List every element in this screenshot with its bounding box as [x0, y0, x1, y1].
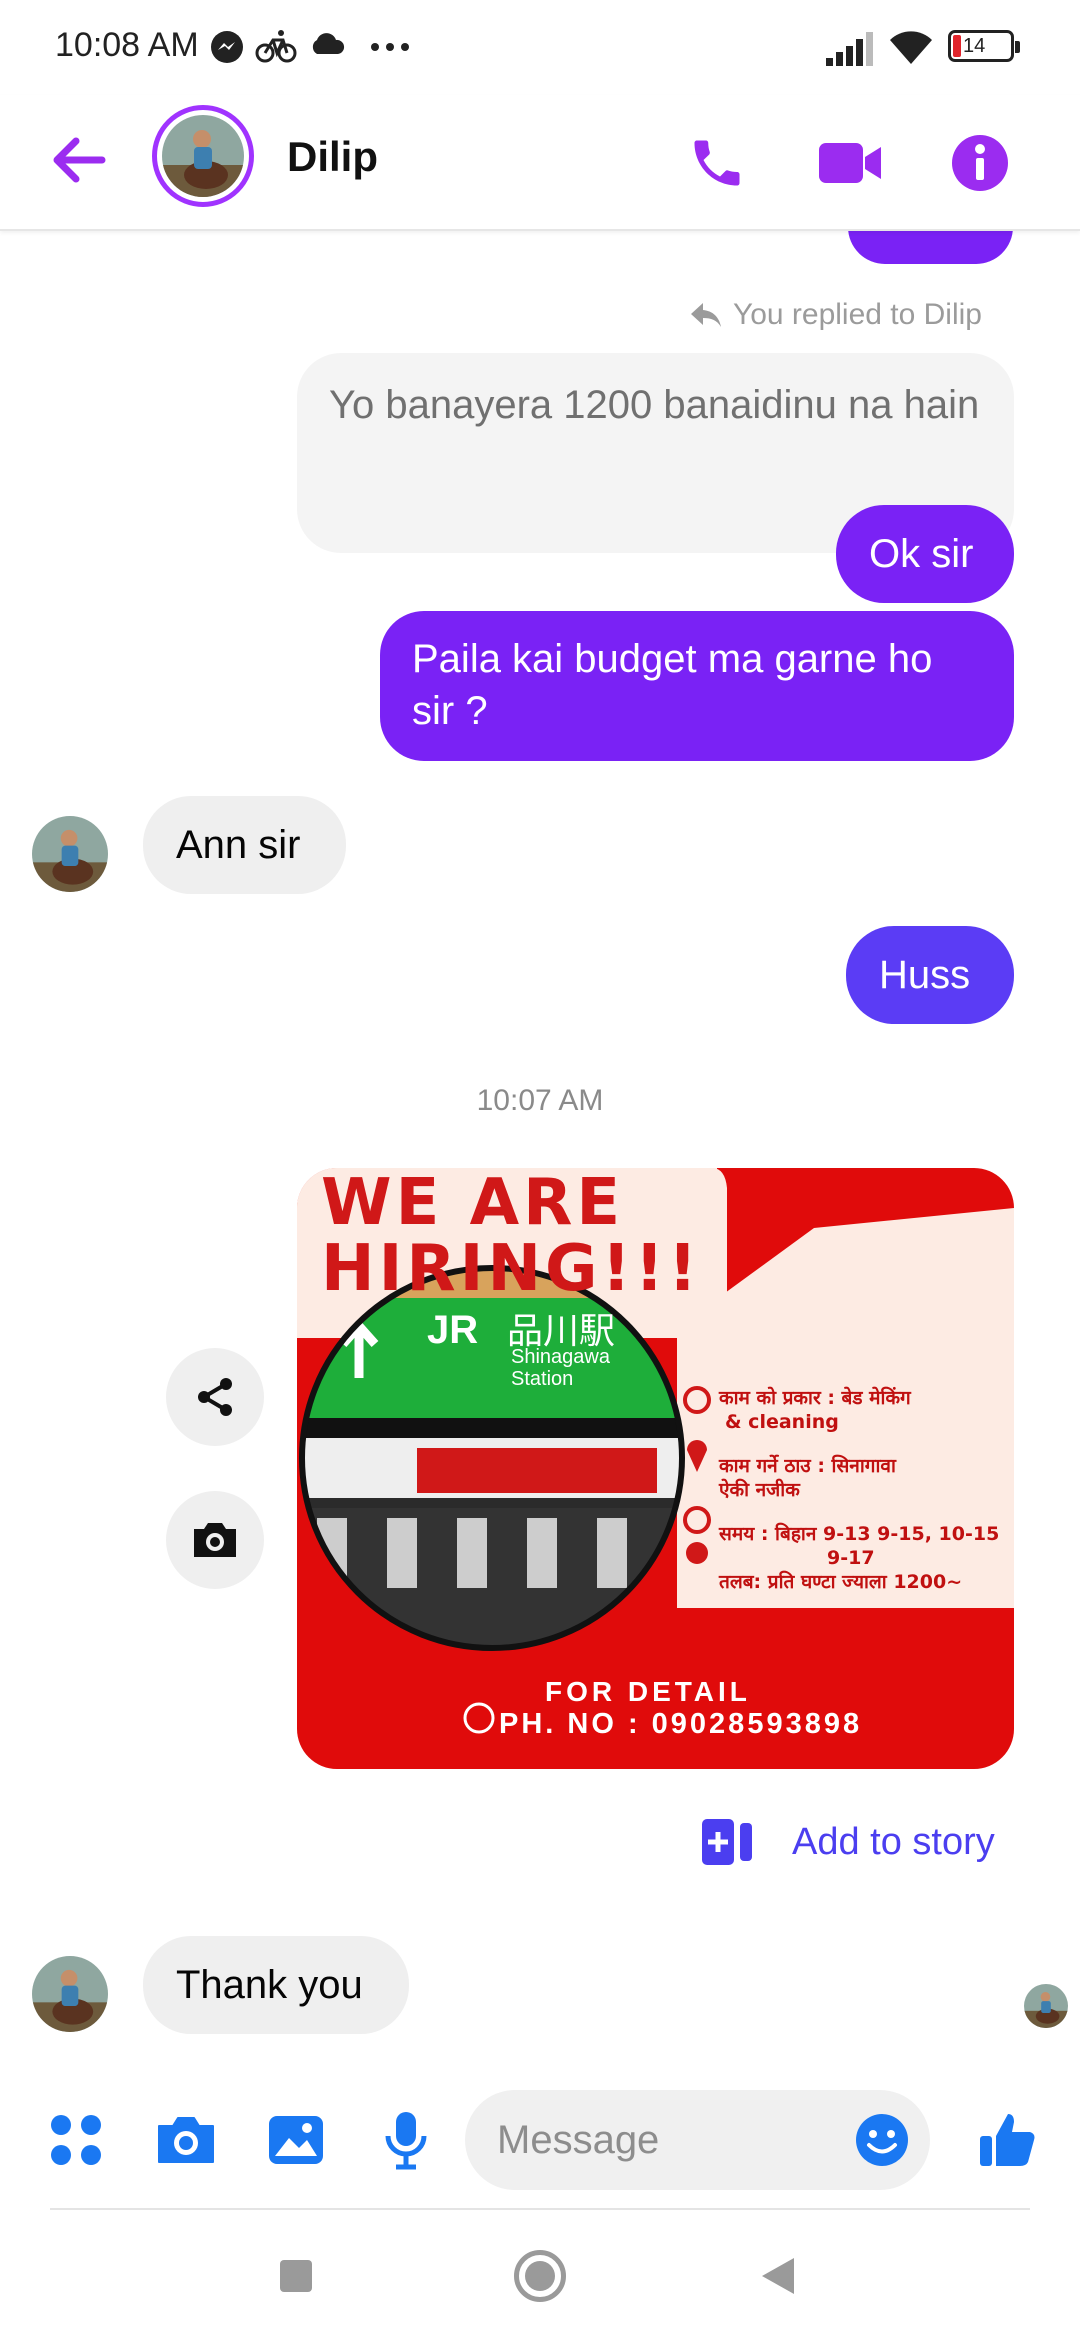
battery-icon: 14: [948, 30, 1020, 62]
message-bubble-budget[interactable]: Paila kai budget ma garne ho sir ?: [380, 611, 1014, 761]
message-bubble-thank-you[interactable]: Thank you: [143, 1936, 409, 2034]
for-detail-text: FOR DETAIL: [545, 1676, 751, 1707]
messenger-notification-icon: [211, 31, 243, 63]
message-text: Paila kai budget ma garne ho sir ?: [412, 637, 933, 733]
hiring-poster-image[interactable]: WE ARE HIRING!!! JR 品川駅 Shinagawa Statio…: [297, 1168, 1014, 1769]
seen-receipt-avatar: [1024, 1984, 1068, 2028]
time-line2: 9-17: [827, 1547, 875, 1569]
sign-station-en: Shinagawa Station: [511, 1346, 610, 1390]
avatar-photo-icon: [1024, 1984, 1068, 2028]
back-button[interactable]: [44, 125, 114, 195]
battery-percent: 14: [963, 35, 986, 57]
add-to-story-button[interactable]: Add to story: [700, 1812, 995, 1872]
work-type-line2: & cleaning: [725, 1411, 839, 1433]
sign-station-en-2: Station: [511, 1368, 574, 1390]
voice-message-button[interactable]: [374, 2108, 438, 2172]
poster-details: काम को प्रकार : बेड मेकिंग & cleaning का…: [719, 1386, 999, 1594]
poster-headline-line2: HIRING!!!: [321, 1232, 702, 1306]
smiley-icon: [856, 2114, 908, 2166]
reply-arrow-icon: [690, 303, 721, 327]
message-bubble-ann-sir[interactable]: Ann sir: [143, 796, 346, 894]
sign-station-en-1: Shinagawa: [511, 1346, 610, 1368]
phone-number-text: PH. NO : 09028593898: [499, 1708, 863, 1740]
video-call-button[interactable]: [810, 123, 890, 203]
work-place-line2: ऐकी नजीक: [719, 1479, 800, 1501]
image-icon: [269, 2116, 323, 2164]
reply-context: You replied to Dilip: [689, 298, 982, 332]
back-nav-button[interactable]: [760, 2256, 796, 2296]
like-button[interactable]: [976, 2108, 1040, 2172]
camera-icon: [194, 1523, 236, 1557]
contact-name[interactable]: Dilip: [287, 133, 378, 181]
message-bubble-huss[interactable]: Huss: [846, 926, 1014, 1024]
poster-headline-line1: WE ARE: [321, 1168, 625, 1240]
thumbs-up-icon: [980, 2114, 1035, 2166]
signal-icon: [826, 32, 873, 66]
time-line1: समय : बिहान 9-13 9-15, 10-15: [719, 1523, 1000, 1545]
message-bubble-ok-sir[interactable]: Ok sir: [836, 505, 1014, 603]
message-text: Thank you: [176, 1963, 363, 2007]
message-composer: [0, 2080, 1080, 2200]
avatar-photo-icon: [32, 816, 108, 892]
avatar-photo-icon: [32, 1956, 108, 2032]
message-text: Ann sir: [176, 823, 301, 867]
voice-call-button[interactable]: [677, 123, 757, 203]
cloud-icon: [312, 33, 345, 54]
contact-small-avatar[interactable]: [32, 1956, 108, 2032]
info-icon: [952, 135, 1008, 191]
contact-small-avatar[interactable]: [32, 816, 108, 892]
camera-icon: [158, 2117, 214, 2163]
reply-context-text: You replied to Dilip: [732, 298, 982, 331]
emoji-button[interactable]: [850, 2108, 914, 2172]
video-camera-icon: [819, 143, 881, 183]
share-button[interactable]: [166, 1348, 264, 1446]
gallery-button[interactable]: [264, 2108, 328, 2172]
phone-icon: [694, 140, 740, 186]
work-place-line1: काम गर्ने ठाउ : सिनागावा: [719, 1455, 896, 1477]
message-text: Ok sir: [869, 532, 974, 576]
camera-button[interactable]: [154, 2108, 218, 2172]
sign-jr: JR: [427, 1308, 479, 1352]
four-dots-icon: [51, 2115, 101, 2165]
arrow-left-icon: [53, 137, 106, 183]
recents-button[interactable]: [280, 2260, 312, 2292]
conversation-header: Dilip: [0, 95, 1080, 231]
share-icon: [198, 1378, 232, 1416]
message-text: Huss: [879, 953, 971, 997]
poster-headline: WE ARE HIRING!!!: [321, 1170, 701, 1302]
more-actions-button[interactable]: [44, 2108, 108, 2172]
salary-line: तलब: प्रति घण्टा ज्याला 1200~: [719, 1571, 963, 1593]
battery-level: [953, 35, 961, 57]
microphone-icon: [385, 2112, 427, 2170]
system-navigation-bar: [0, 2212, 1080, 2340]
composer-divider: [50, 2208, 1030, 2210]
wifi-icon: [890, 31, 932, 64]
add-story-icon: [702, 1819, 752, 1865]
quoted-message-text: Yo banayera 1200 banaidinu na hain: [329, 383, 980, 427]
add-to-story-label: Add to story: [792, 1820, 995, 1863]
contact-avatar[interactable]: [152, 105, 254, 207]
status-bar: 10:08 AM 14: [0, 0, 1080, 95]
message-timestamp: 10:07 AM: [476, 1084, 604, 1117]
camera-reply-button[interactable]: [166, 1491, 264, 1589]
avatar-photo-icon: [162, 115, 244, 197]
bicycle-icon: [255, 30, 297, 63]
work-type-line1: काम को प्रकार : बेड मेकिंग: [719, 1387, 911, 1409]
status-time: 10:08 AM: [55, 26, 199, 64]
info-button[interactable]: [940, 123, 1020, 203]
home-button[interactable]: [514, 2250, 566, 2302]
more-dots-icon: [371, 43, 409, 51]
